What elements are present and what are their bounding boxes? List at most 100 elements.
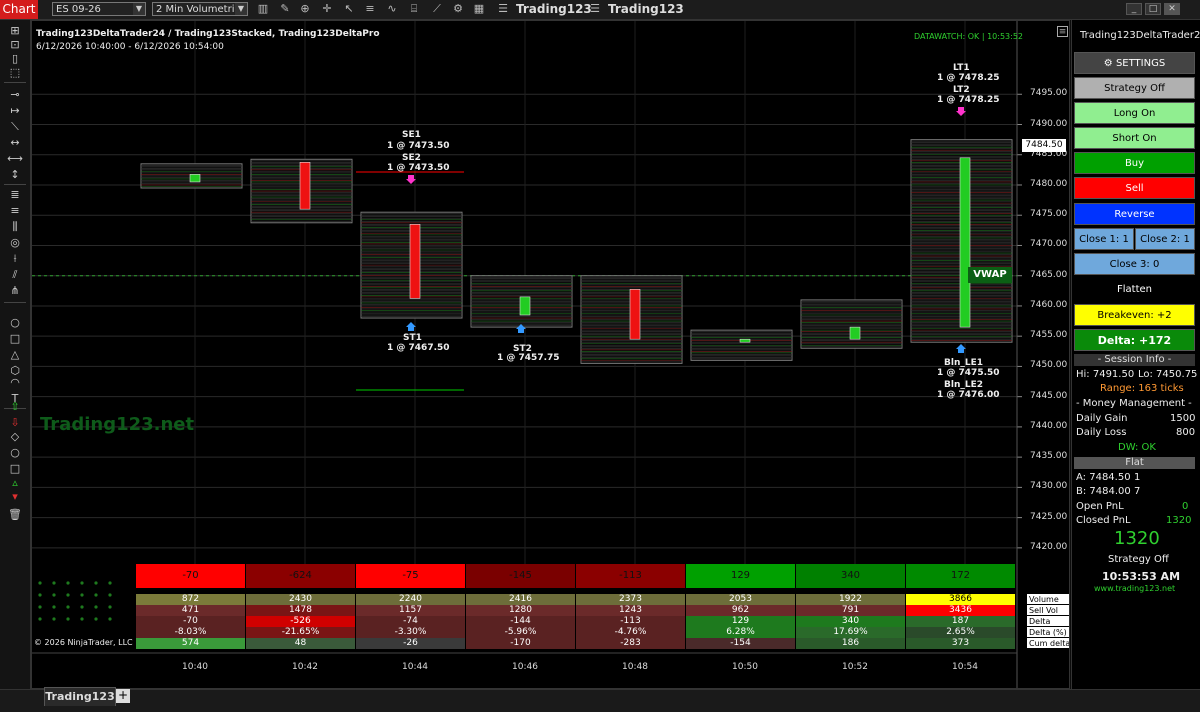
ruler-icon[interactable]: ⊞ — [7, 24, 23, 38]
horizontal-line-icon[interactable]: ⟷ — [7, 152, 23, 166]
bar-delta-cell: 172 — [906, 564, 1016, 588]
decor-dot — [52, 593, 56, 597]
stats-table-cell: -283 — [576, 638, 686, 650]
triangle-icon[interactable]: △ — [7, 348, 23, 362]
decor-dot — [38, 617, 42, 621]
instrument-selector[interactable]: ES 09-26 ▼ — [52, 2, 146, 16]
maximize-icon[interactable]: □ — [1145, 3, 1161, 15]
triangle-up-icon[interactable]: ▵ — [7, 476, 23, 490]
diamond-icon[interactable]: ◇ — [7, 430, 23, 444]
flatten-button[interactable]: Flatten — [1074, 278, 1195, 300]
workspace-label-2[interactable]: Trading123 — [608, 2, 684, 17]
settings-button[interactable]: ⚙ SETTINGS — [1074, 52, 1195, 74]
square-icon[interactable]: □ — [7, 462, 23, 476]
fib-time-icon[interactable]: ⫼ — [7, 220, 23, 234]
regression-channel-icon[interactable]: ⫽ — [7, 268, 23, 282]
ellipse-icon[interactable]: ○ — [7, 316, 23, 330]
session-range: Range: 163 ticks — [1100, 383, 1184, 394]
close-3-button[interactable]: Close 3: 0 — [1074, 253, 1195, 275]
data-series-icon[interactable]: ▥ — [256, 2, 270, 16]
arrow-up-icon[interactable]: ⇧ — [7, 400, 23, 414]
time-tick-label: 10:52 — [842, 662, 868, 672]
close-icon[interactable]: ✕ — [1164, 3, 1180, 15]
time-tick-label: 10:54 — [952, 662, 978, 672]
decor-dot — [38, 581, 42, 585]
vertical-line-icon[interactable]: ↕ — [7, 168, 23, 182]
buy-button[interactable]: Buy — [1074, 152, 1195, 174]
signal-st1: ST1 — [403, 333, 422, 343]
reverse-button[interactable]: Reverse — [1074, 203, 1195, 225]
minimize-icon[interactable]: _ — [1126, 3, 1142, 15]
decor-dot — [108, 581, 112, 585]
snapshot-icon[interactable]: ▦ — [472, 2, 486, 16]
session-high: Hi: 7491.50 — [1076, 369, 1135, 380]
breakeven-button[interactable]: Breakeven: +2 — [1074, 304, 1195, 326]
gann-fan-icon[interactable]: ⟊ — [7, 252, 23, 266]
trash-icon[interactable]: 🗑 — [7, 508, 23, 522]
stats-row-label: Sell Vol — [1027, 605, 1069, 616]
crosshair-icon[interactable]: ✛ — [320, 2, 334, 16]
region-icon[interactable]: ▯ — [7, 52, 23, 66]
chart-menu-icon[interactable]: ≡ — [1057, 26, 1068, 37]
strategy-control-panel: Trading123DeltaTrader24 ⚙ SETTINGS Strat… — [1071, 20, 1200, 689]
rectangle-icon[interactable]: □ — [7, 332, 23, 346]
candle-body — [739, 338, 751, 343]
signal-le2: Bln_LE2 — [944, 380, 983, 390]
zoom-icon[interactable]: ⊕ — [298, 2, 312, 16]
extended-line-icon[interactable]: ↔ — [7, 136, 23, 150]
vwap-label: VWAP — [968, 267, 1012, 283]
time-tick-label: 10:46 — [512, 662, 538, 672]
candle-body — [189, 174, 201, 183]
chart-trader-icon[interactable]: ⌸ — [407, 2, 421, 16]
decor-dot — [108, 593, 112, 597]
properties-icon[interactable]: ⚙ — [451, 2, 465, 16]
close-1-button[interactable]: Close 1: 1 — [1074, 228, 1134, 250]
stats-row-label: Delta (%) — [1027, 627, 1069, 638]
decor-dot — [52, 605, 56, 609]
website-link[interactable]: www.trading123.net — [1094, 584, 1175, 593]
ray-icon[interactable]: ↦ — [7, 104, 23, 118]
price-tick-label: 7495.00 — [1030, 88, 1068, 99]
diagonal-line-icon[interactable]: ⟍ — [7, 120, 23, 134]
risk-reward-icon[interactable]: ⊡ — [7, 38, 23, 52]
decor-dot — [108, 605, 112, 609]
arc-icon[interactable]: ◠ — [7, 376, 23, 390]
strategy-icon[interactable]: ≡ — [363, 2, 377, 16]
close-2-button[interactable]: Close 2: 1 — [1135, 228, 1195, 250]
bar-delta-cell: -145 — [466, 564, 576, 588]
line-icon[interactable]: ⊸ — [7, 88, 23, 102]
decor-dot — [66, 593, 70, 597]
signal-le1: Bln_LE1 — [944, 358, 983, 368]
decor-dot — [66, 581, 70, 585]
separator — [4, 302, 26, 303]
tab-trading123[interactable]: Trading123 — [44, 687, 116, 706]
trend-icon[interactable]: ⟋ — [430, 2, 444, 16]
time-tick-label: 10:42 — [292, 662, 318, 672]
dot-icon[interactable]: ○ — [7, 446, 23, 460]
candle-body — [849, 326, 861, 340]
menu-icon[interactable]: ☰ — [588, 2, 602, 16]
datawatch-status: DATAWATCH: OK | 10:53:52 — [914, 32, 1024, 41]
pencil-icon[interactable]: ✎ — [278, 2, 292, 16]
rectangle-select-icon[interactable]: ⬚ — [7, 66, 23, 80]
add-tab-button[interactable]: + — [116, 689, 130, 703]
strategy-off-button[interactable]: Strategy Off — [1074, 77, 1195, 99]
menu-icon[interactable]: ☰ — [496, 2, 510, 16]
triangle-down-icon[interactable]: ▾ — [7, 490, 23, 504]
short-on-button[interactable]: Short On — [1074, 127, 1195, 149]
bar-delta-cell: -113 — [576, 564, 686, 588]
fib-extension-icon[interactable]: ≡ — [7, 204, 23, 218]
indicators-icon[interactable]: ∿ — [385, 2, 399, 16]
chart-panel[interactable]: Trading123DeltaTrader24 / Trading123Stac… — [31, 20, 1070, 689]
bar-type-selector[interactable]: 2 Min Volumetric ▼ — [152, 2, 248, 16]
workspace-label-1[interactable]: Trading123 — [516, 2, 592, 17]
fib-circle-icon[interactable]: ◎ — [7, 236, 23, 250]
chart-window-tab[interactable]: Chart — [0, 0, 38, 19]
pointer-icon[interactable]: ↖ — [342, 2, 356, 16]
long-on-button[interactable]: Long On — [1074, 102, 1195, 124]
sell-button[interactable]: Sell — [1074, 177, 1195, 199]
open-pnl-label: Open PnL — [1076, 501, 1124, 512]
andrews-pitchfork-icon[interactable]: ⋔ — [7, 284, 23, 298]
fib-retracement-icon[interactable]: ≣ — [7, 188, 23, 202]
arrow-down-icon[interactable]: ⇩ — [7, 416, 23, 430]
